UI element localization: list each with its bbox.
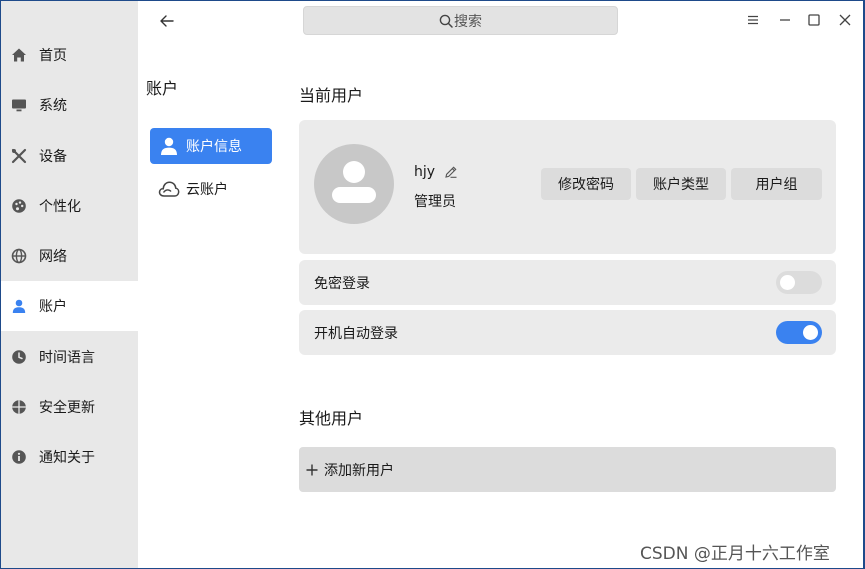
- sidebar-item-devices[interactable]: 设备: [1, 131, 138, 181]
- toggle-knob: [780, 275, 795, 290]
- sidebar-item-label: 系统: [39, 98, 67, 114]
- add-user-label: 添加新用户: [324, 462, 394, 479]
- sidebar-item-label: 个性化: [39, 199, 81, 215]
- user-icon: [11, 298, 27, 314]
- back-button[interactable]: [156, 10, 178, 32]
- user-icon: [158, 135, 180, 157]
- sidebar-item-network[interactable]: 网络: [1, 231, 138, 281]
- subnav-item-account-info[interactable]: 账户信息: [150, 128, 272, 164]
- sidebar-item-home[interactable]: 首页: [1, 30, 138, 80]
- account-type-button[interactable]: 账户类型: [636, 168, 726, 200]
- menu-button[interactable]: [744, 11, 762, 29]
- current-user-card: hjy 管理员 修改密码 账户类型 用户组: [299, 120, 836, 254]
- clock-icon: [11, 349, 27, 365]
- sidebar-item-time-language[interactable]: 时间语言: [1, 332, 138, 382]
- sidebar-item-system[interactable]: 系统: [1, 80, 138, 130]
- other-users-title: 其他用户: [299, 409, 364, 428]
- username: hjy: [414, 164, 458, 180]
- passwordless-login-label: 免密登录: [314, 275, 370, 292]
- minimize-button[interactable]: [776, 11, 794, 29]
- monitor-icon: [11, 97, 27, 113]
- sidebar-item-label: 账户: [39, 299, 67, 315]
- sidebar-item-label: 网络: [39, 249, 67, 265]
- auto-login-row: 开机自动登录: [299, 310, 836, 355]
- current-user-title: 当前用户: [299, 86, 364, 105]
- menu-icon: [748, 15, 758, 25]
- cloud-icon: [158, 178, 180, 200]
- info-icon: [11, 449, 27, 465]
- sidebar-item-accounts[interactable]: 账户: [1, 281, 138, 331]
- user-role: 管理员: [414, 194, 456, 210]
- subnav-item-label: 账户信息: [186, 139, 242, 155]
- sidebar-item-label: 通知关于: [39, 450, 95, 466]
- auto-login-label: 开机自动登录: [314, 325, 398, 342]
- avatar[interactable]: [314, 144, 394, 224]
- sidebar: 首页 系统 设备 个性化 网络 账户 时间语言 安全更新 通知关于: [1, 1, 138, 568]
- passwordless-login-toggle[interactable]: [776, 271, 822, 294]
- user-group-button[interactable]: 用户组: [731, 168, 822, 200]
- auto-login-toggle[interactable]: [776, 321, 822, 344]
- minimize-icon: [780, 19, 790, 21]
- sidebar-item-label: 首页: [39, 48, 67, 64]
- close-button[interactable]: [836, 11, 854, 29]
- close-icon: [839, 14, 851, 26]
- sidebar-item-label: 安全更新: [39, 400, 95, 416]
- sidebar-item-notifications-about[interactable]: 通知关于: [1, 432, 138, 482]
- username-text: hjy: [414, 164, 436, 180]
- plus-icon: [306, 464, 318, 476]
- maximize-button[interactable]: [805, 11, 823, 29]
- subpanel-title: 账户: [146, 79, 179, 98]
- shield-icon: [11, 399, 27, 415]
- arrow-left-icon: [160, 15, 174, 27]
- sidebar-item-label: 时间语言: [39, 350, 95, 366]
- maximize-icon: [808, 14, 820, 26]
- watermark: CSDN @正月十六工作室: [640, 544, 830, 564]
- add-user-button[interactable]: 添加新用户: [299, 447, 836, 492]
- sidebar-item-label: 设备: [39, 149, 67, 165]
- search-placeholder: 搜索: [454, 13, 482, 30]
- avatar-person-icon: [332, 161, 376, 203]
- settings-window: 首页 系统 设备 个性化 网络 账户 时间语言 安全更新 通知关于 搜索 账户 …: [1, 1, 863, 568]
- sidebar-item-security-update[interactable]: 安全更新: [1, 382, 138, 432]
- home-icon: [11, 47, 27, 63]
- change-password-button[interactable]: 修改密码: [541, 168, 631, 200]
- toggle-knob: [803, 325, 818, 340]
- search-icon: [439, 14, 453, 28]
- subnav-item-cloud-account[interactable]: 云账户: [150, 171, 272, 207]
- search-input[interactable]: 搜索: [303, 6, 618, 35]
- subnav-item-label: 云账户: [186, 182, 228, 198]
- passwordless-login-row: 免密登录: [299, 260, 836, 305]
- sidebar-item-personalization[interactable]: 个性化: [1, 181, 138, 231]
- globe-icon: [11, 248, 27, 264]
- palette-icon: [11, 198, 27, 214]
- tools-icon: [11, 148, 27, 164]
- pencil-icon[interactable]: [444, 165, 458, 179]
